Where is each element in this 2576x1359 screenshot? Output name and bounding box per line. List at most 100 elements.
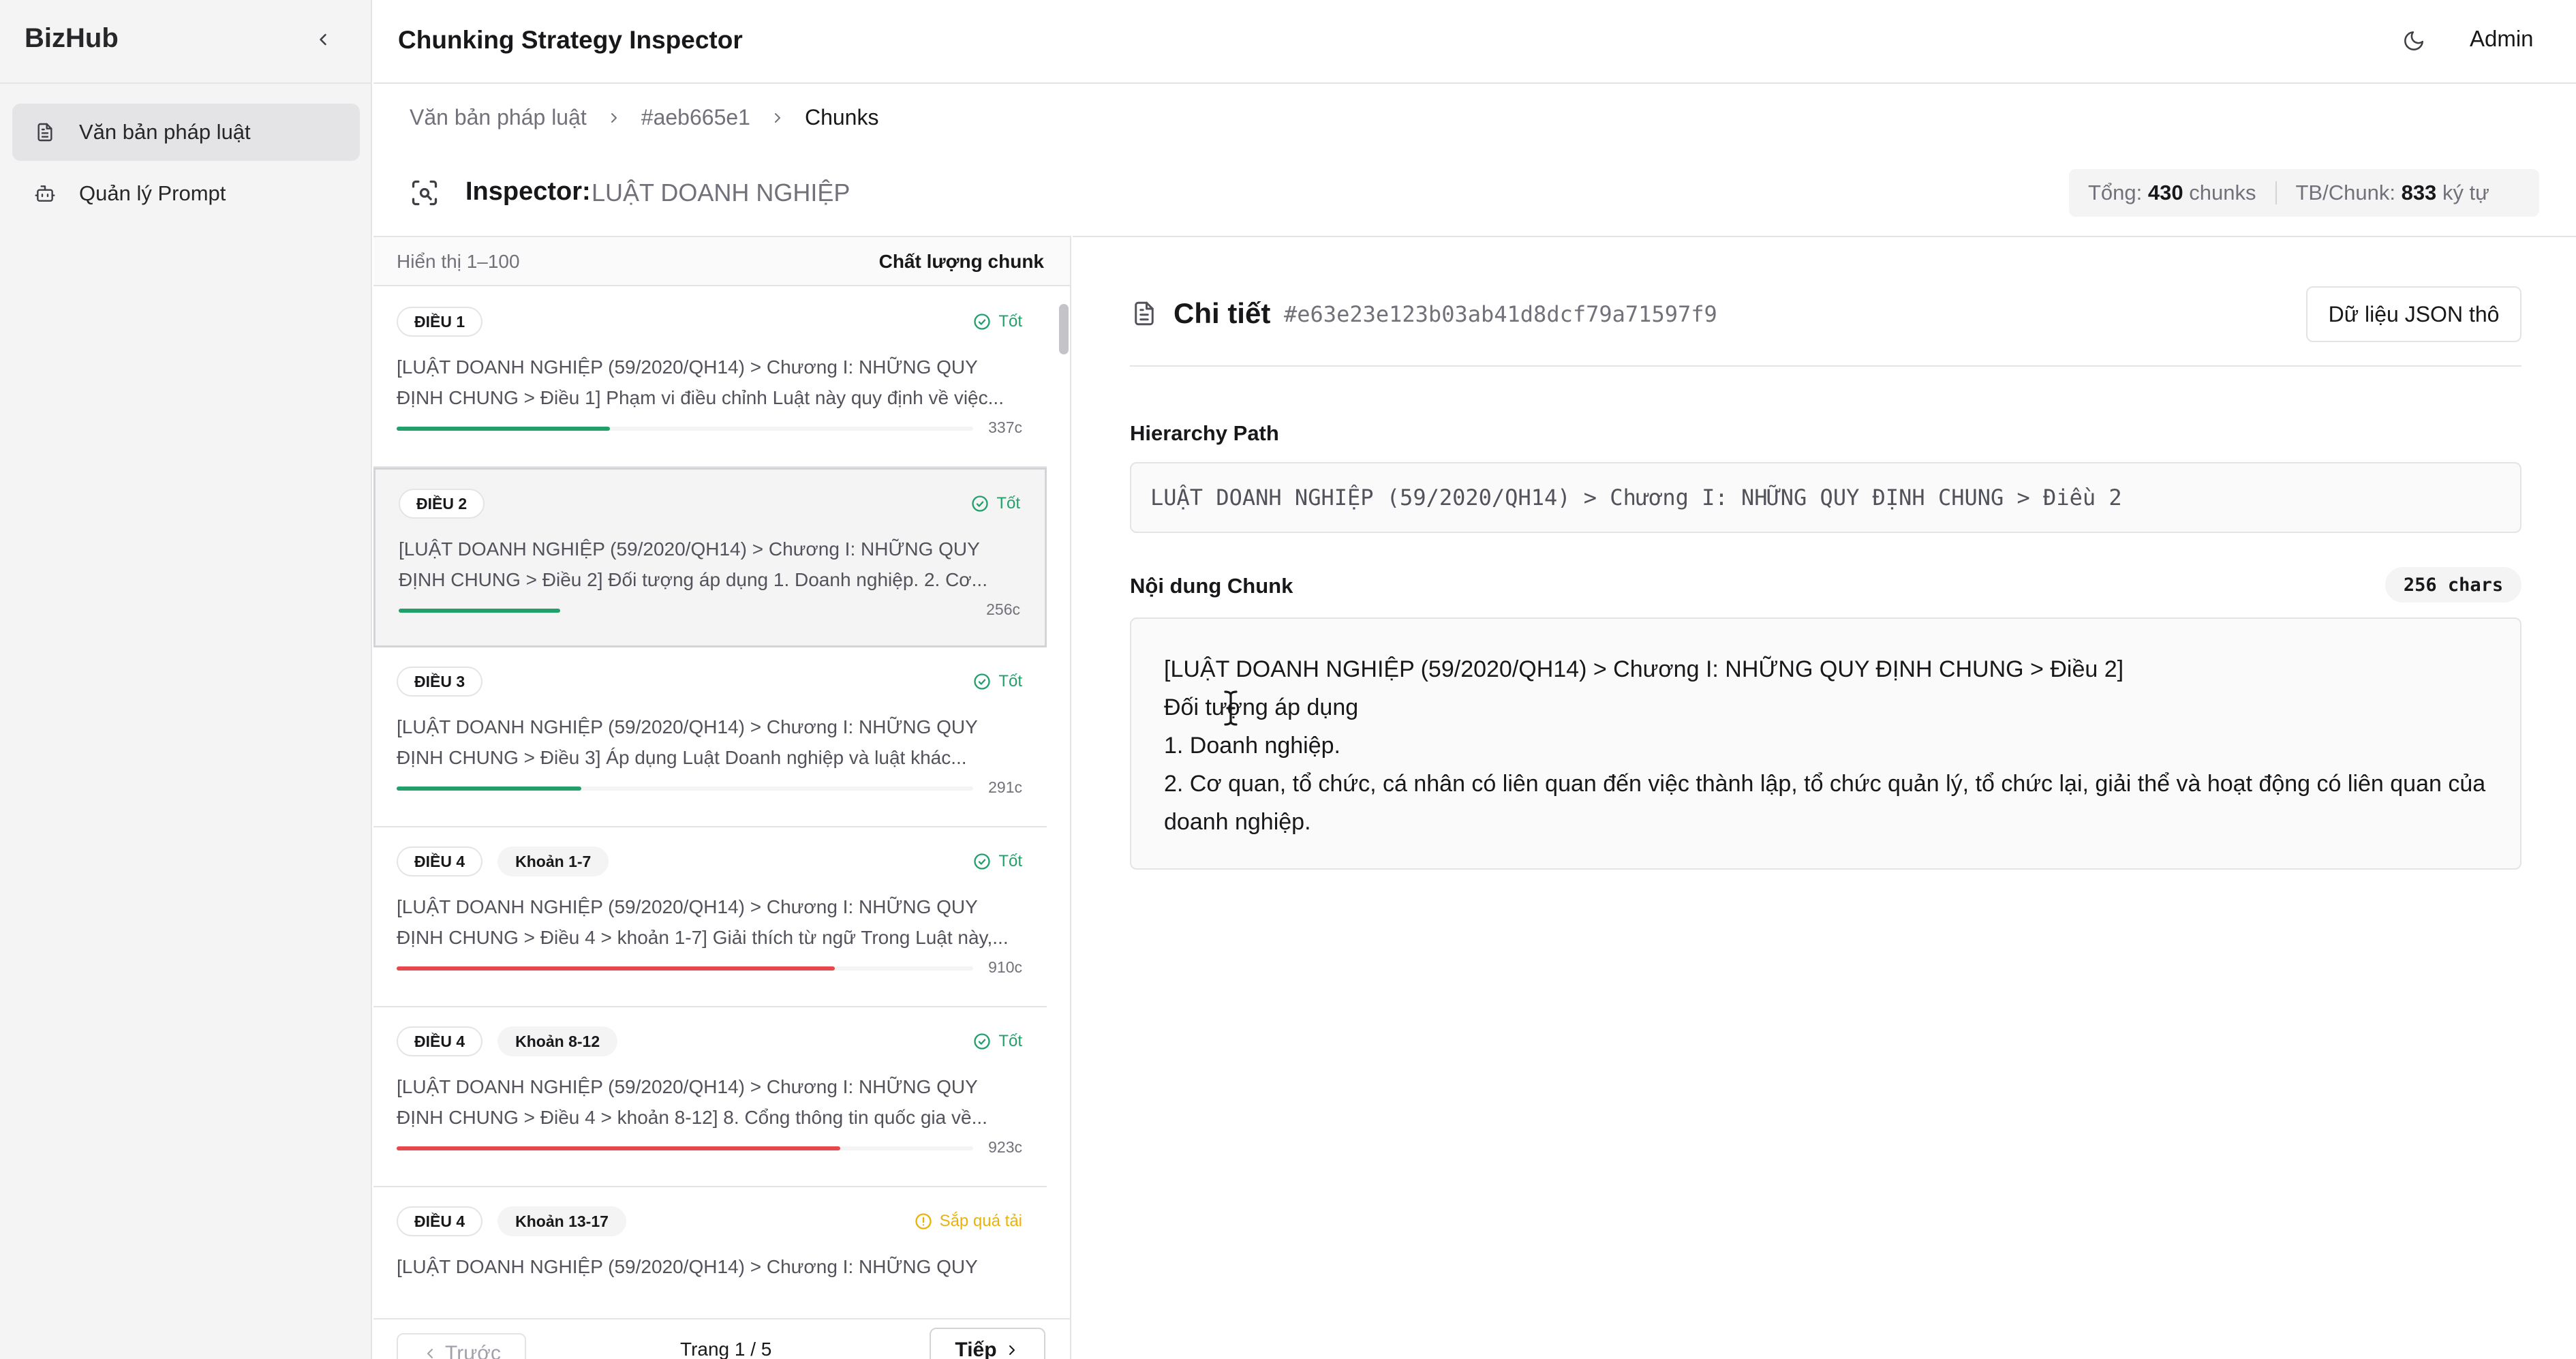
avg-unit: ký tự	[2442, 181, 2489, 204]
size-bar	[397, 427, 973, 431]
chunk-detail-panel: Chi tiết #e63e23e123b03ab41d8dcf79a71597…	[1073, 236, 2576, 1359]
quality-label: Chất lượng chunk	[878, 251, 1044, 272]
clause-badge: Khoản 8-12	[497, 1026, 618, 1056]
bot-icon	[31, 180, 59, 207]
chunk-list-header: Hiển thị 1–100 Chất lượng chunk	[373, 237, 1070, 286]
sidebar-item-label: Văn bản pháp luật	[79, 120, 251, 144]
breadcrumb-item-current: Chunks	[804, 105, 879, 129]
content-line: Đối tượng áp dụng	[1164, 694, 1359, 720]
quality-status: Tốt	[972, 312, 1022, 331]
size-bar-fill	[397, 966, 835, 971]
chunk-size: 256c	[986, 600, 1020, 618]
chunk-preview: [LUẬT DOANH NGHIỆP (59/2020/QH14) > Chươ…	[397, 896, 1009, 948]
total-value: 430	[2147, 181, 2183, 204]
chevron-right-icon	[606, 110, 622, 126]
quality-status-label: Tốt	[998, 852, 1022, 870]
total-unit: chunks	[2189, 181, 2256, 204]
sidebar-item-label: Quản lý Prompt	[79, 181, 226, 205]
size-bar-fill	[397, 787, 581, 791]
article-badge: ĐIỀU 3	[397, 667, 483, 697]
chunk-content-label: Nội dung Chunk	[1130, 574, 1293, 598]
quality-status-label: Tốt	[998, 312, 1022, 331]
size-bar-fill	[399, 609, 560, 613]
next-page-label: Tiếp	[955, 1339, 997, 1359]
sidebar-item-prompt-management[interactable]: Quản lý Prompt	[12, 165, 360, 222]
prev-page-button[interactable]: Trước	[397, 1333, 526, 1359]
chunk-card[interactable]: ĐIỀU 3 Tốt [LUẬT DOANH NGHIỆP (59/2020/QH1…	[373, 647, 1047, 827]
article-badge: ĐIỀU 2	[399, 489, 485, 519]
clause-badge: Khoản 13-17	[497, 1206, 626, 1236]
hierarchy-path-value: LUẬT DOANH NGHIỆP (59/2020/QH14) > Chươn…	[1130, 462, 2521, 533]
chunk-id: #e63e23e123b03ab41d8dcf79a71597f9	[1284, 301, 1717, 327]
chunk-card[interactable]: ĐIỀU 4 Khoản 13-17 Sắp quá tải [LUẬT DOANH …	[373, 1187, 1047, 1283]
chunk-preview: [LUẬT DOANH NGHIỆP (59/2020/QH14) > Chươ…	[397, 716, 978, 768]
scan-search-icon	[408, 176, 442, 210]
chunk-content[interactable]: [LUẬT DOANH NGHIỆP (59/2020/QH14) > Chươ…	[1130, 617, 2521, 870]
quality-status: Tốt	[972, 1032, 1022, 1051]
clause-badge: Khoản 1-7	[497, 846, 609, 876]
chunk-card[interactable]: ĐIỀU 1 Tốt [LUẬT DOANH NGHIỆP (59/2020/QH1…	[373, 288, 1047, 468]
raw-json-button[interactable]: Dữ liệu JSON thô	[2306, 286, 2521, 342]
chunk-list[interactable]: ĐIỀU 1 Tốt [LUẬT DOANH NGHIỆP (59/2020/QH1…	[373, 288, 1055, 1283]
article-badge: ĐIỀU 4	[397, 1206, 483, 1236]
check-circle-icon	[972, 852, 992, 871]
size-bar-fill	[397, 1146, 841, 1150]
quality-status: Sắp quá tải	[914, 1212, 1022, 1231]
scrollbar-thumb[interactable]	[1059, 304, 1069, 354]
chunk-badges: ĐIỀU 4 Khoản 1-7	[397, 846, 609, 876]
chunk-preview: [LUẬT DOANH NGHIỆP (59/2020/QH14) > Chươ…	[397, 356, 1004, 408]
quality-status-label: Sắp quá tải	[939, 1212, 1022, 1230]
article-badge: ĐIỀU 4	[397, 1026, 483, 1056]
chevron-left-icon	[320, 33, 326, 46]
next-page-button[interactable]: Tiếp	[930, 1328, 1045, 1359]
top-header: Chunking Strategy Inspector Admin	[373, 0, 2576, 84]
page-title: Chunking Strategy Inspector	[398, 26, 743, 54]
chunk-preview: [LUẬT DOANH NGHIỆP (59/2020/QH14) > Chươ…	[399, 538, 987, 590]
showing-range: Hiển thị 1–100	[397, 251, 520, 272]
breadcrumb-item-documents[interactable]: Văn bản pháp luật	[410, 105, 587, 130]
content-line: 1. Doanh nghiệp.	[1164, 733, 1340, 759]
avg-value: 833	[2401, 181, 2437, 204]
sidebar-item-legal-documents[interactable]: Văn bản pháp luật	[12, 104, 360, 161]
detail-divider	[1130, 365, 2521, 367]
chevron-left-icon	[427, 1349, 433, 1358]
theme-toggle-button[interactable]	[2396, 23, 2432, 59]
size-bar	[397, 1146, 973, 1150]
chunk-list-scrollbar[interactable]	[1056, 288, 1070, 1283]
chunk-card[interactable]: ĐIỀU 4 Khoản 8-12 Tốt [LUẬT DOANH NGHIỆP (5…	[373, 1007, 1047, 1187]
breadcrumb-item-document-id[interactable]: #aeb665e1	[641, 105, 750, 130]
inspector-label: Inspector:	[465, 177, 591, 206]
total-label: Tổng:	[2088, 181, 2143, 204]
quality-status: Tốt	[970, 494, 1020, 513]
article-badge: ĐIỀU 4	[397, 846, 483, 876]
check-circle-icon	[970, 494, 990, 513]
page-info: Trang 1 / 5	[680, 1339, 772, 1359]
user-menu[interactable]: Admin	[2470, 26, 2534, 52]
text-cursor-icon	[1224, 690, 1238, 726]
sidebar: BizHub Văn bản pháp luật Quản lý Prompt	[0, 0, 372, 1359]
check-circle-icon	[972, 1032, 992, 1051]
breadcrumb: Văn bản pháp luật #aeb665e1 Chunks	[410, 105, 878, 130]
chunk-card[interactable]: ĐIỀU 2 Tốt [LUẬT DOANH NGHIỆP (59/2020/QH1…	[373, 468, 1047, 647]
content-line: 2. Cơ quan, tổ chức, cá nhân có liên qua…	[1164, 771, 2492, 835]
chunk-preview: [LUẬT DOANH NGHIỆP (59/2020/QH14) > Chươ…	[397, 1256, 978, 1277]
collapse-sidebar-button[interactable]	[308, 25, 338, 55]
chevron-right-icon	[769, 110, 786, 126]
chunk-badges: ĐIỀU 1	[397, 307, 483, 337]
check-circle-icon	[972, 312, 992, 331]
chunk-card[interactable]: ĐIỀU 4 Khoản 1-7 Tốt [LUẬT DOANH NGHIỆP (59…	[373, 827, 1047, 1007]
quality-status: Tốt	[972, 672, 1022, 691]
moon-icon	[2404, 31, 2424, 50]
check-circle-icon	[972, 672, 992, 691]
hierarchy-path-label: Hierarchy Path	[1130, 421, 1279, 445]
chunk-list-panel: Hiển thị 1–100 Chất lượng chunk ĐIỀU 1 Tố…	[373, 236, 1071, 1359]
sidebar-divider	[0, 82, 372, 84]
brand-logo: BizHub	[25, 23, 119, 53]
chunk-badges: ĐIỀU 3	[397, 667, 483, 697]
size-bar	[397, 787, 973, 791]
inspector-document-name: LUẬT DOANH NGHIỆP	[592, 179, 850, 207]
quality-status-label: Tốt	[996, 494, 1020, 513]
file-text-icon	[1130, 297, 1159, 330]
stats-divider	[2275, 181, 2277, 204]
quality-status: Tốt	[972, 852, 1022, 871]
